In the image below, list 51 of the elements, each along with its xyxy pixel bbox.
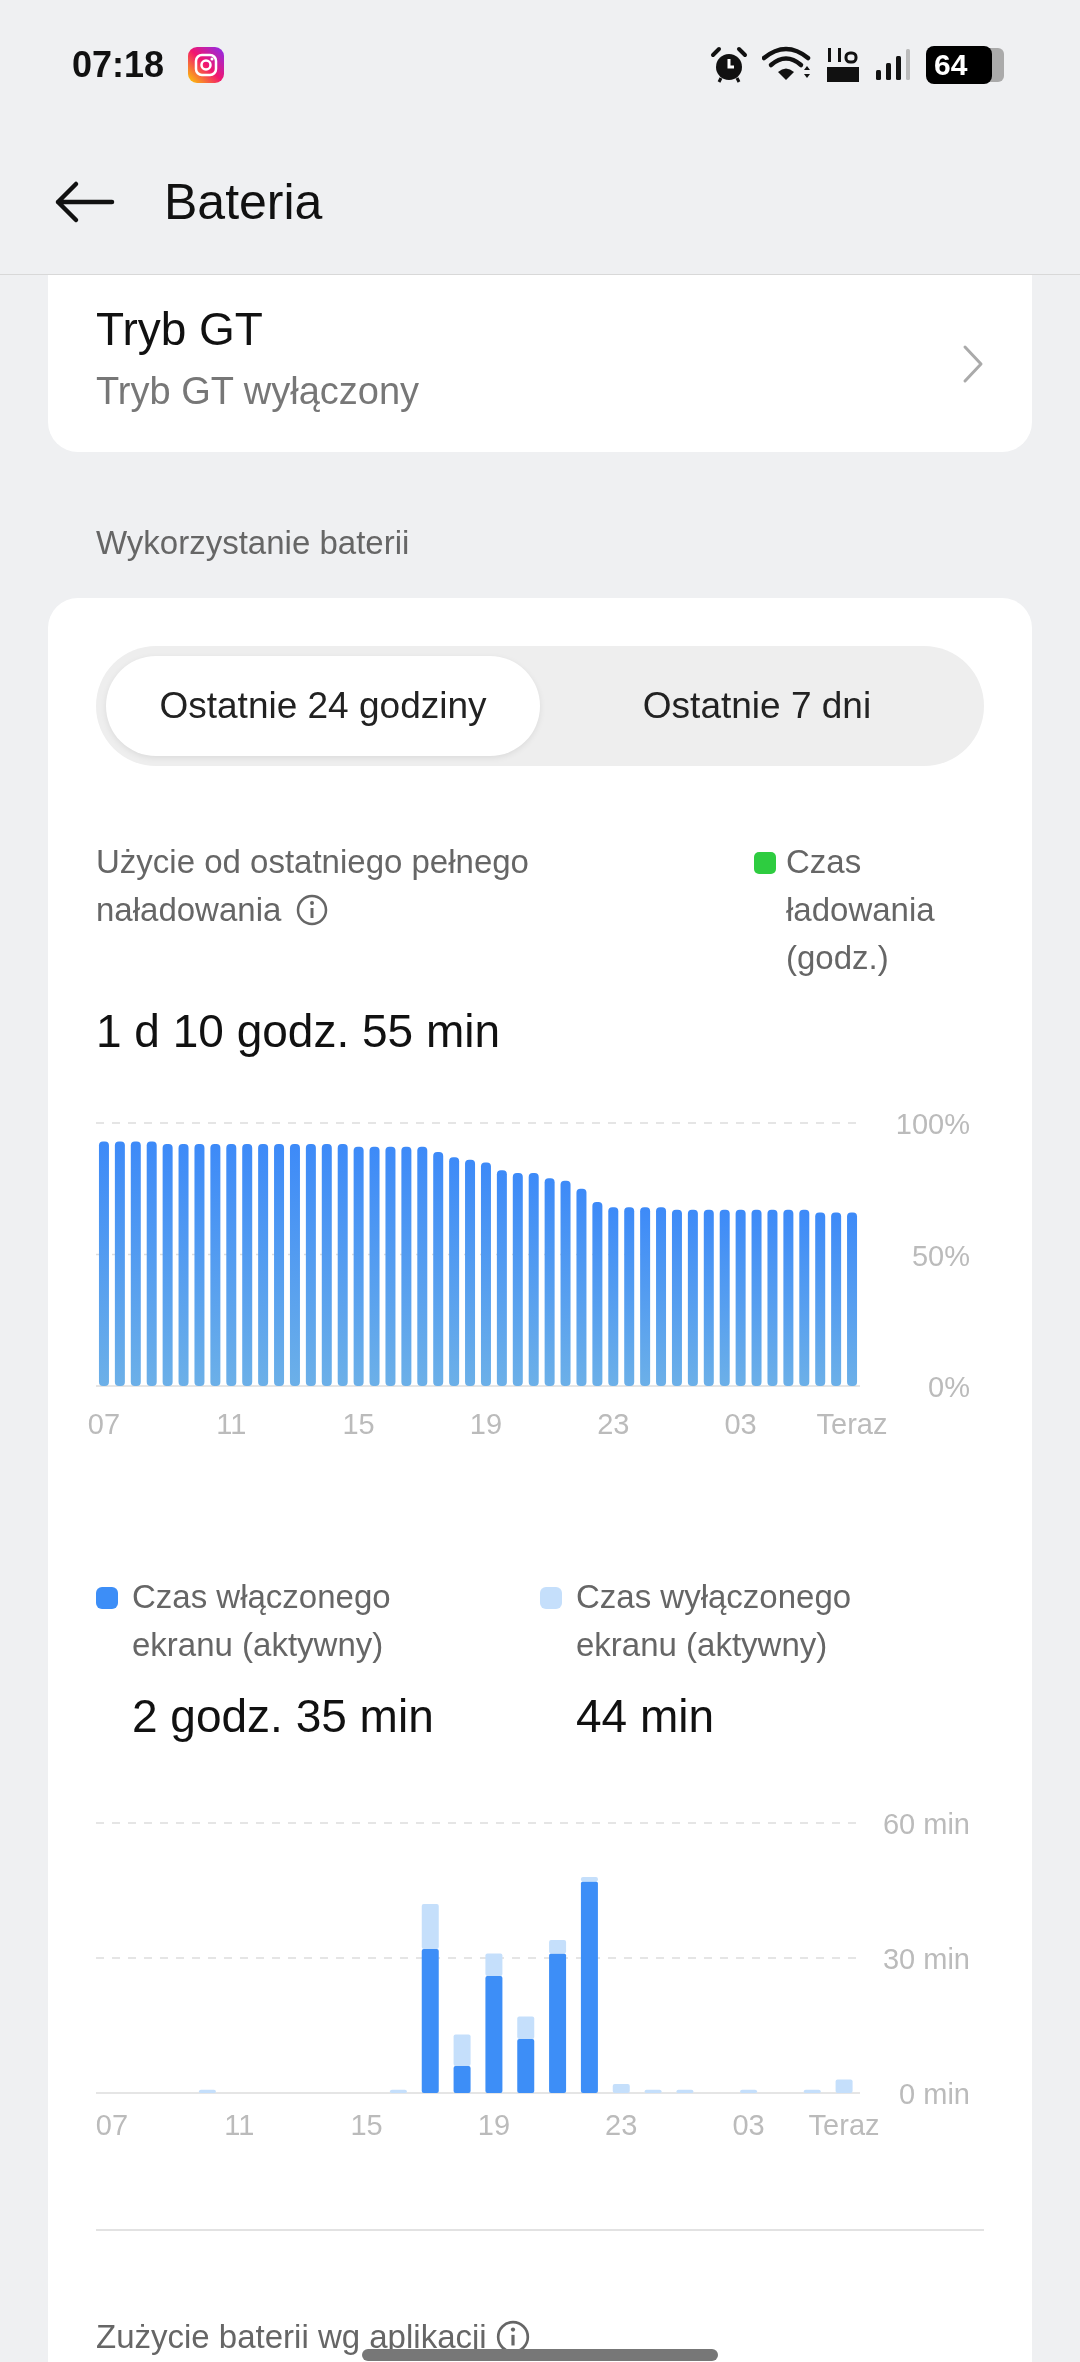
range-tab[interactable]: Ostatnie 24 godziny — [106, 656, 540, 756]
axis-label: Teraz — [808, 2109, 880, 2141]
chart-bar — [803, 2089, 821, 2093]
app-usage-label: Zużycie baterii wg aplikacji — [96, 2316, 487, 2357]
gt-mode-row[interactable]: Tryb GT Tryb GT wyłączony — [48, 275, 1032, 452]
clock: 07:18 — [72, 44, 165, 86]
page-title: Bateria — [164, 173, 323, 231]
axis-label: 0% — [928, 1371, 970, 1403]
gt-mode-status: Tryb GT wyłączony — [96, 370, 420, 413]
axis-label: 11 — [216, 1408, 247, 1440]
axis-label: 23 — [605, 2109, 638, 2141]
axis-label: 11 — [224, 2109, 255, 2141]
chart-bar — [198, 2089, 216, 2093]
axis-label: 07 — [87, 1408, 121, 1440]
signal-icon — [874, 48, 912, 82]
legend-label: Czas ładowania (godz.) — [786, 842, 936, 978]
chart-bar — [389, 2089, 407, 2093]
chart-bar — [644, 2089, 662, 2093]
legend-value: 2 godz. 35 min — [132, 1689, 435, 1743]
gt-mode-title: Tryb GT — [96, 302, 264, 356]
usage-duration: 1 d 10 godz. 55 min — [96, 1004, 502, 1058]
section-label: Wykorzystanie baterii — [95, 524, 411, 563]
chart-bar — [740, 2089, 758, 2093]
axis-label: 07 — [95, 2109, 129, 2141]
axis-label: 03 — [732, 2109, 765, 2141]
axis-label: 15 — [350, 2109, 383, 2141]
usage-label: Użycie od ostatniego pełnego naładowania — [96, 842, 530, 930]
axis-label: 23 — [597, 1408, 630, 1440]
axis-label: 60 min — [882, 1808, 970, 1840]
axis-label: Teraz — [816, 1408, 888, 1440]
chart-bar — [612, 2084, 630, 2093]
chart-bar — [453, 2066, 471, 2093]
chevron-right-icon — [962, 343, 984, 384]
chart-bar — [835, 2079, 853, 2093]
legend-label: Czas wyłączonego ekranu (aktywny) — [576, 1577, 853, 1665]
camera-app-icon — [188, 47, 225, 83]
legend-value: 44 min — [576, 1689, 716, 1743]
axis-label: 15 — [342, 1408, 375, 1440]
axis-label: 03 — [724, 1408, 757, 1440]
alarm-icon — [710, 46, 748, 84]
chart-bar — [453, 2034, 471, 2066]
range-tab[interactable]: Ostatnie 7 dni — [540, 656, 974, 756]
axis-label: 50% — [911, 1239, 970, 1272]
info-icon — [295, 893, 330, 927]
chart-bar — [676, 2089, 694, 2093]
axis-label: 19 — [477, 2109, 511, 2141]
legend-label: Czas włączonego ekranu (aktywny) — [132, 1577, 392, 1665]
axis-label: 30 min — [882, 1943, 970, 1975]
axis-label: 19 — [469, 1408, 503, 1440]
axis-label: 0 min — [899, 2078, 970, 2110]
axis-label: 100% — [895, 1108, 970, 1140]
